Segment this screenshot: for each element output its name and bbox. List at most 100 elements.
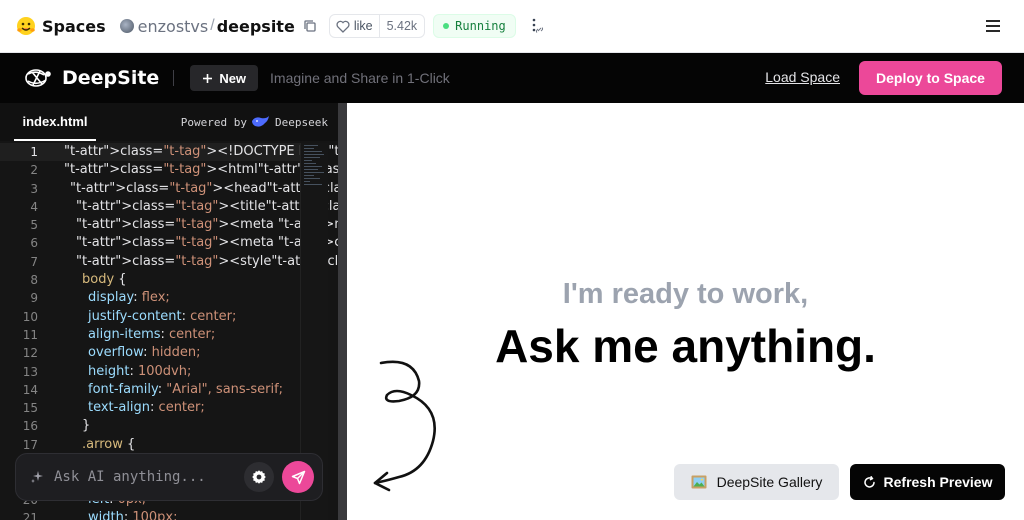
- code-text: "t-attr">class="t-tag"><style"t-attr">cl…: [76, 253, 338, 269]
- code-line[interactable]: 15 text-align: center;: [0, 399, 300, 417]
- status-label: Running: [455, 19, 506, 33]
- more-options-icon[interactable]: [526, 14, 546, 38]
- code-line[interactable]: 12 overflow: hidden;: [0, 344, 300, 362]
- code-line[interactable]: 3 "t-attr">class="t-tag"><head"t-attr">cl…: [0, 180, 338, 198]
- code-line[interactable]: 1 "t-attr">class="t-tag"><!DOCTYPE html"t…: [0, 143, 338, 162]
- tab-index-html[interactable]: index.html: [14, 103, 96, 141]
- code-line[interactable]: 6 "t-attr">class="t-tag"><meta "t-attr">c…: [0, 234, 338, 252]
- line-number: 6: [30, 236, 38, 251]
- code-text: justify-content: center;: [88, 308, 237, 324]
- line-number: 15: [22, 401, 38, 416]
- deepsite-logo-icon[interactable]: [22, 66, 54, 90]
- powered-by-label: Powered by: [180, 115, 248, 129]
- code-line[interactable]: 11 align-items: center;: [0, 326, 300, 344]
- code-line[interactable]: 13 height: 100dvh;: [0, 363, 300, 381]
- app-tagline: Imagine and Share in 1-Click: [270, 70, 450, 86]
- minimap-line: [304, 183, 322, 185]
- line-number: 14: [22, 382, 38, 397]
- path-separator: /: [210, 17, 215, 34]
- line-number: 4: [30, 199, 38, 214]
- owner-link[interactable]: enzostvs: [138, 17, 209, 36]
- line-number: 11: [22, 327, 38, 342]
- refresh-preview-button[interactable]: Refresh Preview: [850, 464, 1005, 500]
- deepseek-brand: Deepseek: [275, 115, 328, 129]
- line-number: 3: [30, 181, 38, 196]
- owner-avatar[interactable]: [119, 19, 134, 33]
- code-line[interactable]: 2 "t-attr">class="t-tag"><html"t-attr">cl…: [0, 161, 338, 179]
- repo-link[interactable]: deepsite: [217, 17, 295, 36]
- line-number: 17: [22, 437, 38, 452]
- load-space-link[interactable]: Load Space: [765, 69, 840, 85]
- code-text: }: [82, 418, 91, 434]
- refresh-icon: [863, 475, 875, 488]
- deploy-to-space-button[interactable]: Deploy to Space: [859, 61, 1002, 95]
- editor-tab-bar: index.html Powered by Deepseek: [0, 103, 338, 141]
- code-line[interactable]: 10 justify-content: center;: [0, 308, 300, 326]
- minimap-line: [304, 180, 310, 182]
- code-text: align-items: center;: [88, 326, 216, 342]
- send-icon: [291, 470, 305, 484]
- copy-icon[interactable]: [301, 17, 319, 35]
- refresh-button-label: Refresh Preview: [883, 474, 993, 490]
- status-dot-icon: [443, 23, 450, 29]
- deepseek-whale-icon: [252, 116, 270, 127]
- status-badge[interactable]: Running: [433, 14, 516, 38]
- line-number: 2: [30, 163, 38, 178]
- line-number: 7: [30, 254, 38, 269]
- code-text: "t-attr">class="t-tag"><meta "t-attr">na…: [76, 217, 338, 233]
- minimap-line: [304, 159, 312, 161]
- spaces-link[interactable]: Spaces: [42, 17, 106, 36]
- minimap-line: [304, 165, 322, 167]
- line-number: 1: [30, 145, 38, 159]
- code-text: "t-attr">class="t-tag"><html"t-attr">cla…: [64, 162, 338, 178]
- code-text: body {: [82, 272, 127, 288]
- hamburger-menu-icon[interactable]: [984, 17, 1002, 35]
- pane-resize-handle[interactable]: [338, 103, 347, 520]
- gallery-button-label: DeepSite Gallery: [716, 474, 823, 490]
- code-text: "t-attr">class="t-tag"><head"t-attr">cla…: [70, 180, 338, 196]
- preview-pane: I'm ready to work, Ask me anything. Deep…: [347, 103, 1024, 520]
- line-number: 5: [30, 218, 38, 233]
- like-count: 5.42k: [378, 15, 425, 37]
- code-line[interactable]: 4 "t-attr">class="t-tag"><title"t-attr">c…: [0, 198, 338, 216]
- ai-prompt-box: [15, 453, 323, 501]
- line-number: 16: [22, 419, 38, 434]
- line-number: 8: [30, 273, 38, 288]
- code-line[interactable]: 17 .arrow {: [0, 436, 300, 454]
- code-text: font-family: "Arial", sans-serif;: [88, 381, 284, 397]
- code-line[interactable]: 7 "t-attr">class="t-tag"><style"t-attr">c…: [0, 253, 338, 271]
- plus-icon: [203, 73, 213, 83]
- ai-prompt-input[interactable]: [54, 469, 244, 485]
- code-text: display: flex;: [88, 290, 170, 306]
- settings-gear-icon[interactable]: [244, 462, 274, 492]
- code-line[interactable]: 16}: [0, 417, 300, 435]
- code-text: "t-attr">class="t-tag"><!DOCTYPE html"t-…: [64, 144, 338, 159]
- code-line[interactable]: 21 width: 100px;: [0, 509, 300, 520]
- app-header: DeepSite New Imagine and Share in 1-Clic…: [0, 53, 1024, 103]
- heart-icon: [336, 20, 350, 33]
- minimap-line: [304, 171, 324, 173]
- minimap-line: [304, 147, 314, 149]
- new-button-label: New: [219, 70, 247, 86]
- hf-top-bar: Spaces enzostvs / deepsite like 5.42k Ru…: [0, 0, 1024, 53]
- send-prompt-button[interactable]: [282, 461, 314, 493]
- header-divider: [173, 70, 175, 86]
- hugging-face-logo-icon[interactable]: [16, 16, 36, 36]
- line-number: 9: [30, 291, 38, 306]
- like-button[interactable]: like 5.42k: [328, 14, 426, 38]
- minimap-line: [304, 162, 316, 164]
- code-text: width: 100px;: [88, 509, 178, 520]
- code-line[interactable]: 5 "t-attr">class="t-tag"><meta "t-attr">n…: [0, 216, 338, 234]
- deepsite-gallery-button[interactable]: DeepSite Gallery: [674, 464, 839, 500]
- code-line[interactable]: 8 body {: [0, 271, 300, 289]
- code-text: overflow: hidden;: [88, 345, 201, 361]
- minimap-line: [304, 168, 318, 170]
- new-button[interactable]: New: [190, 65, 259, 91]
- minimap-line: [304, 153, 324, 155]
- powered-by[interactable]: Powered by Deepseek: [181, 115, 328, 129]
- minimap-line: [304, 156, 320, 158]
- line-number: 10: [22, 309, 38, 324]
- code-line[interactable]: 14 font-family: "Arial", sans-serif;: [0, 381, 300, 399]
- code-line[interactable]: 9 display: flex;: [0, 289, 300, 307]
- code-text: text-align: center;: [88, 400, 205, 416]
